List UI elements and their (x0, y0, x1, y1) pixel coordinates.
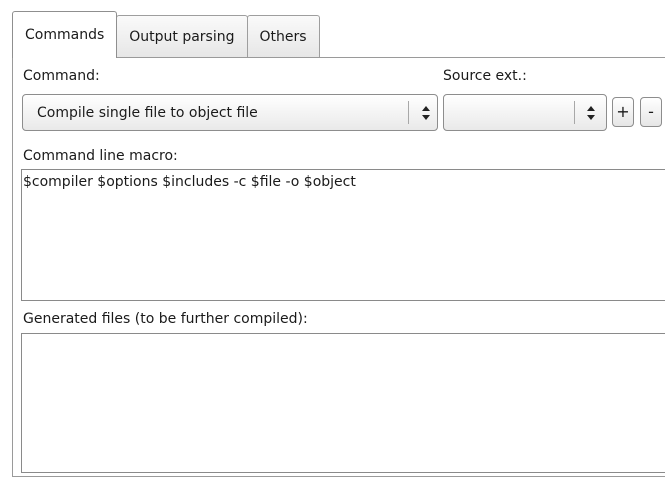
source-ext-select-separator (574, 101, 575, 124)
spin-arrows-icon (422, 106, 430, 120)
spin-arrows-icon (587, 106, 595, 120)
plus-icon: + (616, 102, 630, 121)
command-select-separator (408, 101, 409, 124)
minus-icon: - (648, 102, 654, 121)
command-select-value: Compile single file to object file (37, 105, 258, 121)
add-extension-button[interactable]: + (612, 97, 634, 127)
command-select[interactable]: Compile single file to object file (22, 94, 438, 131)
command-label: Command: (23, 68, 100, 84)
command-line-macro-input[interactable]: $compiler $options $includes -c $file -o… (21, 169, 665, 301)
source-ext-label: Source ext.: (443, 68, 527, 84)
tab-commands[interactable]: Commands (12, 11, 118, 58)
generated-files-input[interactable] (21, 333, 665, 473)
source-ext-select[interactable] (443, 94, 607, 131)
tab-output-parsing[interactable]: Output parsing (116, 15, 248, 58)
command-line-macro-label: Command line macro: (23, 148, 178, 164)
remove-extension-button[interactable]: - (640, 97, 662, 127)
commands-panel: Command: Compile single file to object f… (12, 57, 665, 477)
tab-others[interactable]: Others (246, 15, 320, 58)
tab-bar: Commands Output parsing Others (12, 11, 320, 58)
generated-files-label: Generated files (to be further compiled)… (23, 311, 308, 327)
